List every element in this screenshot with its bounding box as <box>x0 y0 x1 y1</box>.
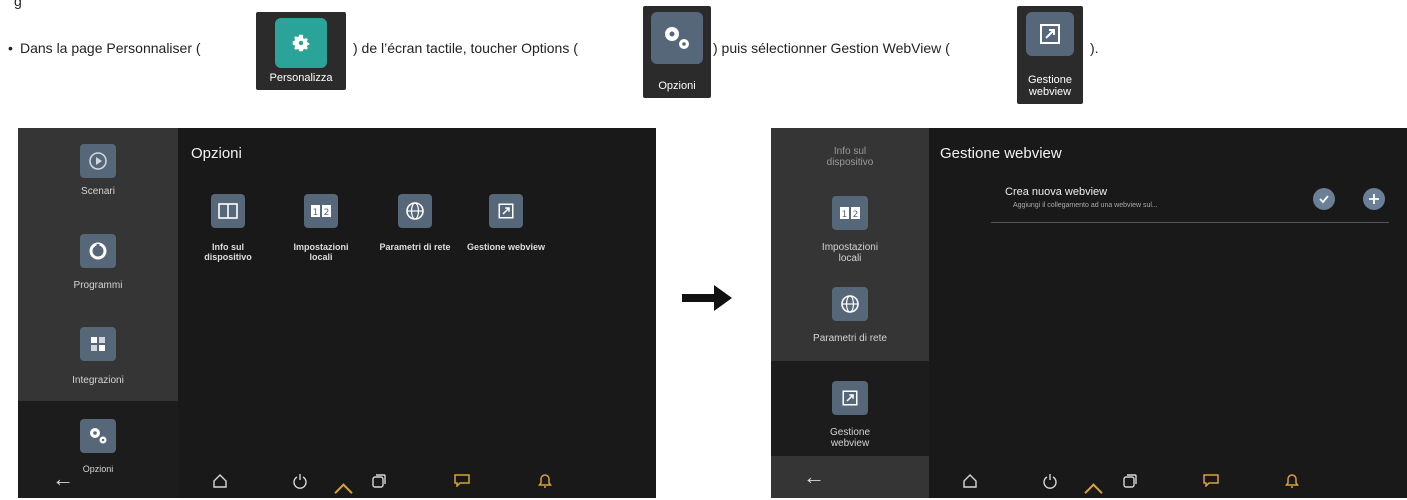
option-gestione-webview[interactable] <box>489 194 523 228</box>
clock-icon: 12 <box>832 196 868 230</box>
sidebar-label-webview: Gestione webview <box>829 427 871 449</box>
option-label-parametri: Parametri di rete <box>379 242 451 252</box>
sidebar-item-scenari[interactable]: Scenari <box>18 128 178 218</box>
gestione-webview-icon: Gestione webview <box>1017 6 1083 104</box>
right-screen: Info sul dispositivo 12 Impostazioni loc… <box>771 128 1407 498</box>
option-impostazioni-locali[interactable]: 12 <box>304 194 338 228</box>
personalizza-icon: Personalizza <box>256 12 346 90</box>
power-icon[interactable] <box>292 473 308 489</box>
bell-icon[interactable] <box>538 472 552 488</box>
message-icon[interactable] <box>1203 473 1219 487</box>
multiscreen-icon[interactable] <box>1122 473 1138 489</box>
sidebar-label-opzioni: Opzioni <box>82 464 114 474</box>
network-icon <box>406 202 424 220</box>
sidebar-label-info: Info sul dispositivo <box>826 146 874 168</box>
svg-text:1: 1 <box>313 208 319 218</box>
webview-icon <box>498 203 514 219</box>
home-icon[interactable] <box>212 473 228 489</box>
gestione-webview-tile-icon <box>1026 12 1074 56</box>
power-icon[interactable] <box>1042 473 1058 489</box>
back-arrow-icon[interactable]: ← <box>803 466 825 488</box>
home-icon[interactable] <box>962 473 978 489</box>
multiscreen-icon[interactable] <box>371 473 387 489</box>
sidebar-item-opzioni[interactable]: Opzioni <box>18 401 178 498</box>
network-icon <box>832 287 868 321</box>
instruction-text-4: ). <box>1090 40 1099 56</box>
right-sidebar: Info sul dispositivo 12 Impostazioni loc… <box>771 128 929 498</box>
option-label-info: Info sul dispositivo <box>204 242 252 262</box>
message-icon[interactable] <box>454 473 470 487</box>
gestione-webview-label: Gestione webview <box>1027 74 1073 98</box>
instruction-bullet: • <box>8 40 13 56</box>
instruction-text-2: ) de l’écran tactile, toucher Options ( <box>353 40 578 56</box>
page-title: Gestione webview <box>940 145 1062 162</box>
expand-up-icon[interactable] <box>334 483 353 498</box>
option-info-sul-dispositivo[interactable] <box>211 194 245 228</box>
sidebar-item-parametri[interactable]: Parametri di rete <box>771 281 929 361</box>
personalizza-label: Personalizza <box>269 72 333 84</box>
option-label-webview: Gestione webview <box>466 242 546 252</box>
bell-icon[interactable] <box>1285 472 1299 488</box>
sidebar-item-impostazioni[interactable]: 12 Impostazioni locali <box>771 186 929 281</box>
sidebar-item-integrazioni[interactable]: Integrazioni <box>18 313 178 401</box>
webview-icon <box>832 381 868 415</box>
sidebar-label-scenari: Scenari <box>81 186 115 197</box>
left-screen: Scenari Programmi Integrazioni Opzioni O… <box>18 128 656 498</box>
svg-text:2: 2 <box>853 210 859 220</box>
right-arrow-icon <box>682 285 732 311</box>
list-item-title: Crea nuova webview <box>1005 186 1108 198</box>
page-title: Opzioni <box>191 145 242 162</box>
sidebar-label-programmi: Programmi <box>73 280 123 291</box>
instruction-heading-fragment: g <box>14 0 22 9</box>
option-label-impostazioni: Impostazioni locali <box>293 242 349 262</box>
opzioni-gears-icon <box>651 12 703 64</box>
sidebar-label-integrazioni: Integrazioni <box>72 375 124 386</box>
add-webview-button[interactable] <box>1363 188 1385 210</box>
plus-icon <box>1369 194 1379 204</box>
list-item-subtitle: Aggiungi il collegamento ad una webview … <box>1013 202 1158 209</box>
sidebar-back-area: ← <box>771 456 929 498</box>
svg-text:1: 1 <box>842 210 848 220</box>
sidebar-item-info[interactable]: Info sul dispositivo <box>771 128 929 186</box>
instruction-text-1: Dans la page Personnaliser ( <box>20 40 201 56</box>
scenari-icon <box>80 144 116 178</box>
back-arrow-icon[interactable]: ← <box>52 468 74 490</box>
sidebar-item-programmi[interactable]: Programmi <box>18 218 178 313</box>
personalizza-gear-icon <box>275 18 327 68</box>
left-sidebar: Scenari Programmi Integrazioni Opzioni <box>18 128 178 498</box>
sidebar-label-impostazioni: Impostazioni locali <box>821 242 879 264</box>
opzioni-gear-icon <box>80 419 116 453</box>
svg-text:2: 2 <box>324 208 330 218</box>
clock-icon: 12 <box>311 205 331 218</box>
option-parametri-di-rete[interactable] <box>398 194 432 228</box>
instruction-text-3: ) puis sélectionner Gestion WebView ( <box>713 40 950 56</box>
book-icon <box>218 203 238 219</box>
programmi-icon <box>80 234 116 268</box>
confirm-button[interactable] <box>1313 188 1335 210</box>
sidebar-label-parametri: Parametri di rete <box>813 333 887 344</box>
check-icon <box>1319 195 1329 204</box>
sidebar-item-webview[interactable]: Gestione webview <box>771 361 929 456</box>
integrazioni-icon <box>80 327 116 361</box>
expand-up-icon[interactable] <box>1084 483 1103 498</box>
opzioni-icon: Opzioni <box>643 6 711 98</box>
opzioni-label: Opzioni <box>658 80 696 92</box>
